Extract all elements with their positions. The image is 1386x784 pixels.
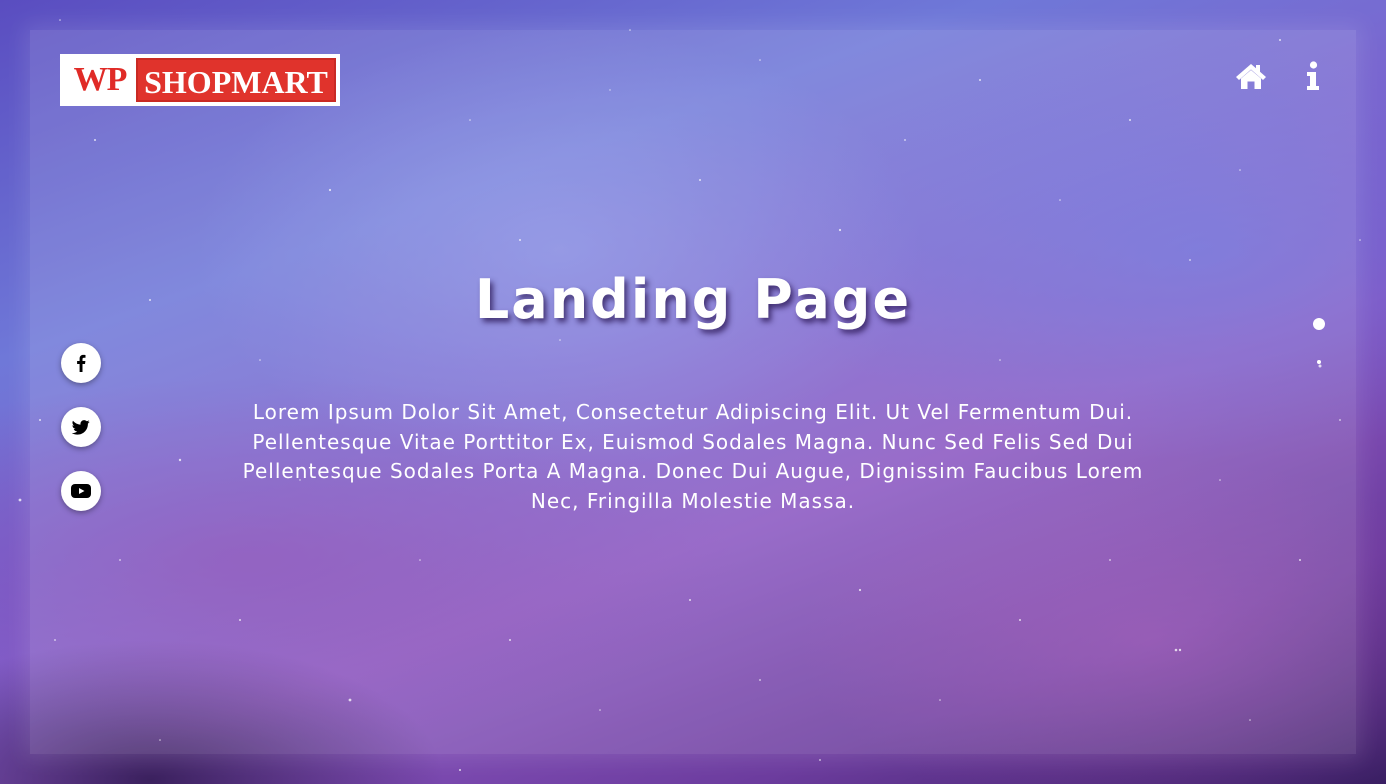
- landing-page: WP SHOPMART Landing Page Lorem Ipsum Dol…: [0, 0, 1386, 784]
- twitter-button[interactable]: [61, 407, 101, 447]
- home-button[interactable]: [1234, 60, 1268, 92]
- youtube-button[interactable]: [61, 471, 101, 511]
- top-nav: [1234, 60, 1330, 92]
- hero-description: Lorem Ipsum Dolor Sit Amet, Consectetur …: [242, 400, 1144, 513]
- facebook-icon: [77, 354, 86, 372]
- social-links: [61, 343, 101, 511]
- facebook-button[interactable]: [61, 343, 101, 383]
- info-button[interactable]: [1296, 60, 1330, 92]
- page-title: Landing Page: [474, 268, 912, 331]
- section-pagination: [1313, 318, 1325, 364]
- youtube-icon: [71, 484, 91, 498]
- logo-shopmart-text: SHOPMART: [136, 58, 336, 102]
- info-icon: [1307, 61, 1319, 90]
- home-icon: [1236, 64, 1266, 89]
- twitter-icon: [72, 419, 90, 435]
- site-logo[interactable]: WP SHOPMART: [60, 54, 340, 106]
- content-frame: [30, 30, 1356, 754]
- logo-wp-text: WP: [73, 61, 128, 98]
- section-dot-active[interactable]: [1313, 318, 1325, 330]
- section-dot[interactable]: [1317, 360, 1321, 364]
